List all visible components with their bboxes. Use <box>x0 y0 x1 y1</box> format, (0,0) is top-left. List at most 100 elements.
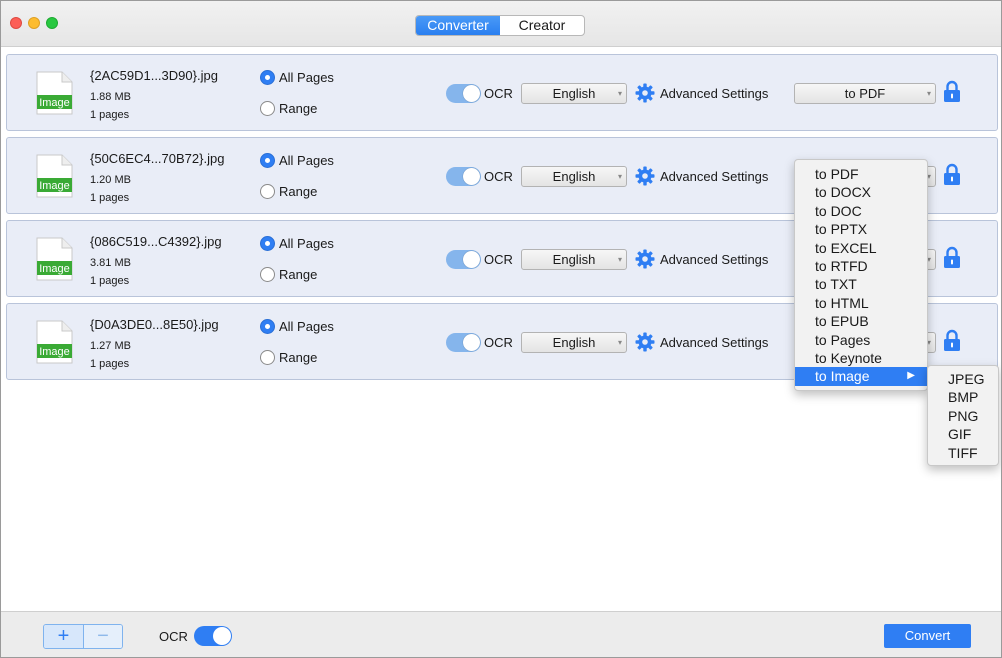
all-pages-radio[interactable]: All Pages <box>260 319 334 334</box>
all-pages-radio[interactable]: All Pages <box>260 153 334 168</box>
menu-item-format[interactable]: to EPUB <box>795 312 927 330</box>
submenu-item-image-format[interactable]: TIFF <box>928 444 998 462</box>
all-pages-radio[interactable]: All Pages <box>260 70 334 85</box>
lock-icon[interactable] <box>943 246 961 269</box>
range-radio[interactable]: Range <box>260 267 317 282</box>
submenu-item-image-format[interactable]: GIF <box>928 425 998 443</box>
image-file-icon: Image <box>36 320 73 364</box>
advanced-settings-link[interactable]: Advanced Settings <box>660 86 768 101</box>
menu-item-format[interactable]: to Image ▶ <box>795 367 927 386</box>
range-radio[interactable]: Range <box>260 184 317 199</box>
ocr-toggle[interactable] <box>446 167 481 186</box>
advanced-settings-link[interactable]: Advanced Settings <box>660 335 768 350</box>
global-ocr-label: OCR <box>159 629 188 644</box>
file-size: 1.27 MB <box>90 340 131 352</box>
image-icon-label: Image <box>39 97 70 109</box>
chevron-down-icon: ▾ <box>617 172 622 181</box>
menu-item-format[interactable]: to RTFD <box>795 257 927 275</box>
lock-icon[interactable] <box>943 163 961 186</box>
menu-item-format[interactable]: to DOC <box>795 202 927 220</box>
ocr-toggle[interactable] <box>446 250 481 269</box>
gear-icon[interactable] <box>635 166 655 186</box>
minimize-window-button[interactable] <box>28 17 40 29</box>
gear-icon[interactable] <box>635 249 655 269</box>
range-radio[interactable]: Range <box>260 350 317 365</box>
gear-icon[interactable] <box>635 83 655 103</box>
menu-item-label: to PDF <box>815 166 859 182</box>
lock-icon[interactable] <box>943 329 961 352</box>
all-pages-label: All Pages <box>279 70 334 85</box>
ocr-label: OCR <box>484 169 513 184</box>
ocr-toggle[interactable] <box>446 333 481 352</box>
submenu-item-image-format[interactable]: JPEG <box>928 370 998 388</box>
ocr-label: OCR <box>484 86 513 101</box>
remove-file-button[interactable]: − <box>82 625 122 648</box>
language-value: English <box>552 252 596 267</box>
language-select[interactable]: English ▾ <box>521 332 627 353</box>
menu-item-format[interactable]: to PDF <box>795 165 927 183</box>
range-label: Range <box>279 267 318 282</box>
tab-converter[interactable]: Converter <box>416 16 500 35</box>
range-radio[interactable]: Range <box>260 101 317 116</box>
file-name: {50C6EC4...70B72}.jpg <box>90 151 225 166</box>
language-value: English <box>552 169 596 184</box>
image-icon-label: Image <box>39 263 70 275</box>
add-file-button[interactable]: + <box>44 625 83 648</box>
chevron-down-icon: ▾ <box>617 89 622 98</box>
file-page-count: 1 pages <box>90 192 130 204</box>
language-select[interactable]: English ▾ <box>521 83 627 104</box>
menu-item-format[interactable]: to Keynote <box>795 349 927 367</box>
menu-item-label: to EPUB <box>815 313 869 330</box>
global-ocr-toggle[interactable] <box>194 626 232 646</box>
range-label: Range <box>279 184 318 199</box>
all-pages-radio[interactable]: All Pages <box>260 236 334 251</box>
chevron-down-icon: ▾ <box>926 89 931 98</box>
menu-item-format[interactable]: to PPTX <box>795 220 927 238</box>
language-value: English <box>552 86 596 101</box>
menu-item-format[interactable]: to Pages <box>795 331 927 349</box>
menu-item-label: to TXT <box>815 276 857 293</box>
format-dropdown-menu: to PDF to DOCX to DOC to PPTX to EXCEL to RTF… <box>794 159 928 391</box>
language-select[interactable]: English ▾ <box>521 166 627 187</box>
all-pages-label: All Pages <box>279 319 334 334</box>
image-file-icon: Image <box>36 237 73 281</box>
chevron-down-icon: ▾ <box>617 338 622 347</box>
menu-item-format[interactable]: to DOCX <box>795 183 927 201</box>
menu-item-format[interactable]: to TXT <box>795 275 927 293</box>
advanced-settings-link[interactable]: Advanced Settings <box>660 252 768 267</box>
language-value: English <box>552 335 596 350</box>
menu-item-label: to Pages <box>815 331 871 348</box>
submenu-item-image-format[interactable]: PNG <box>928 407 998 425</box>
submenu-item-image-format[interactable]: BMP <box>928 388 998 406</box>
radio-button-icon <box>260 101 275 116</box>
all-pages-label: All Pages <box>279 236 334 251</box>
tab-creator[interactable]: Creator <box>500 16 584 35</box>
menu-item-label: to Keynote <box>815 349 882 366</box>
radio-button-icon <box>260 236 275 251</box>
advanced-settings-link[interactable]: Advanced Settings <box>660 169 768 184</box>
ocr-label: OCR <box>484 252 513 267</box>
file-name: {086C519...C4392}.jpg <box>90 234 222 249</box>
image-file-icon: Image <box>36 154 73 198</box>
image-file-icon: Image <box>36 71 73 115</box>
output-format-select[interactable]: to PDF ▾ <box>794 83 936 104</box>
close-window-button[interactable] <box>10 17 22 29</box>
language-select[interactable]: English ▾ <box>521 249 627 270</box>
image-format-submenu: JPEG BMP PNG GIF TIFF <box>927 365 999 466</box>
menu-item-format[interactable]: to HTML <box>795 294 927 312</box>
menu-item-label: to RTFD <box>815 257 868 274</box>
gear-icon[interactable] <box>635 332 655 352</box>
range-label: Range <box>279 350 318 365</box>
file-page-count: 1 pages <box>90 109 130 121</box>
range-label: Range <box>279 101 318 116</box>
file-page-count: 1 pages <box>90 358 130 370</box>
title-bar: Converter Creator <box>1 1 1001 47</box>
menu-item-format[interactable]: to EXCEL <box>795 239 927 257</box>
file-size: 1.88 MB <box>90 91 131 103</box>
zoom-window-button[interactable] <box>46 17 58 29</box>
menu-item-label: to EXCEL <box>815 239 877 256</box>
lock-icon[interactable] <box>943 80 961 103</box>
ocr-toggle[interactable] <box>446 84 481 103</box>
convert-button[interactable]: Convert <box>884 624 971 648</box>
menu-item-label: to DOCX <box>815 184 872 201</box>
